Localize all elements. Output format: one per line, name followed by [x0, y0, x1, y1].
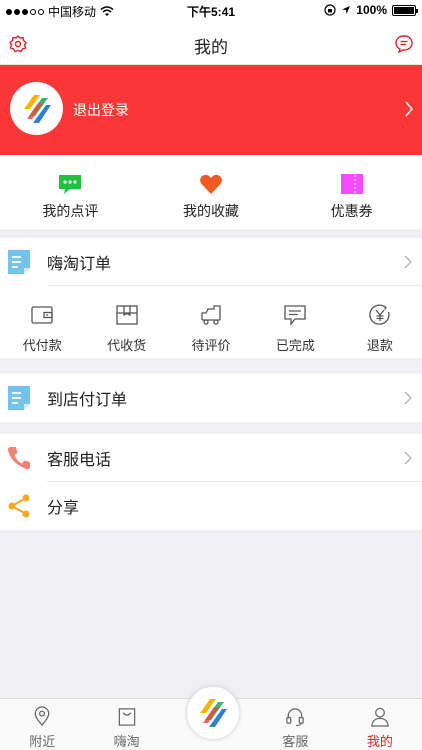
tab-service[interactable]: 客服	[253, 699, 337, 750]
box-icon	[115, 305, 138, 325]
heart-icon	[200, 174, 222, 194]
truck-icon	[201, 305, 221, 325]
quick-actions: 我的点评 我的收藏 优惠券	[0, 155, 422, 229]
logout-link[interactable]: 退出登录	[73, 100, 129, 120]
chevron-right-icon	[404, 255, 412, 269]
share-label: 分享	[47, 500, 80, 517]
tab-service-label: 客服	[282, 734, 309, 749]
pending-receipt-button[interactable]: 代收货	[84, 286, 168, 358]
completed-label: 已完成	[275, 338, 315, 353]
refund-label: 退款	[366, 338, 393, 353]
store-orders-label: 到店付订单	[47, 392, 128, 409]
tab-mine-label: 我的	[366, 734, 393, 749]
coupon-icon	[340, 174, 363, 194]
profile-banner[interactable]: 退出登录	[0, 65, 422, 155]
comment-icon	[59, 175, 82, 194]
customer-service-row[interactable]: 客服电话	[0, 434, 422, 482]
yen-icon	[369, 304, 390, 325]
location-arrow-icon	[342, 6, 351, 14]
bag-icon	[118, 708, 135, 726]
store-orders-section: 到店付订单	[0, 374, 422, 422]
pending-payment-button[interactable]: 代付款	[0, 286, 84, 358]
tab-nearby-label: 附近	[29, 734, 56, 749]
battery-percent: 100%	[356, 3, 387, 17]
battery-icon	[392, 4, 418, 16]
haitao-orders-label: 嗨淘订单	[47, 256, 112, 273]
chevron-right-icon	[404, 391, 412, 405]
wallet-icon	[31, 306, 53, 324]
center-logo-button[interactable]	[186, 686, 240, 740]
coupons-label: 优惠券	[330, 203, 373, 219]
my-reviews-button[interactable]: 我的点评	[0, 155, 141, 229]
store-orders-row[interactable]: 到店付订单	[0, 374, 422, 422]
tab-haitao-label: 嗨淘	[113, 734, 140, 749]
tab-nearby[interactable]: 附近	[0, 699, 84, 750]
service-section: 客服电话 分享	[0, 434, 422, 530]
customer-service-label: 客服电话	[47, 452, 112, 469]
rotation-lock-icon	[324, 4, 336, 16]
pending-review-button[interactable]: 待评价	[169, 286, 253, 358]
tab-mine[interactable]: 我的	[338, 699, 422, 750]
coupons-button[interactable]: 优惠券	[281, 155, 422, 229]
divider	[47, 285, 422, 286]
share-icon	[8, 494, 30, 518]
completed-button[interactable]: 已完成	[253, 286, 337, 358]
my-favorites-label: 我的收藏	[183, 203, 239, 219]
tab-haitao[interactable]: 嗨淘	[84, 699, 168, 750]
document-icon	[8, 386, 30, 410]
nav-bar: 我的	[0, 20, 422, 65]
headset-icon	[286, 708, 305, 727]
status-bar: 中国移动 下午5:41 100%	[0, 0, 422, 20]
app-logo-icon	[200, 699, 227, 727]
app-logo-icon	[23, 94, 51, 123]
chevron-right-icon	[405, 101, 413, 117]
phone-icon	[7, 447, 31, 470]
avatar[interactable]	[10, 82, 63, 135]
user-icon	[371, 707, 389, 727]
my-favorites-button[interactable]: 我的收藏	[141, 155, 282, 229]
message-icon	[284, 305, 307, 326]
page-title: 我的	[194, 38, 228, 57]
status-right: 100%	[324, 3, 418, 17]
document-icon	[8, 250, 30, 274]
haitao-orders-section: 嗨淘订单 代付款 代收货 待评价 已完成 退款	[0, 238, 422, 358]
pending-payment-label: 代付款	[22, 338, 62, 353]
location-icon	[34, 706, 50, 727]
pending-review-label: 待评价	[191, 338, 231, 353]
chevron-right-icon	[404, 451, 412, 465]
pending-receipt-label: 代收货	[107, 338, 147, 353]
share-row[interactable]: 分享	[0, 482, 422, 530]
refund-button[interactable]: 退款	[338, 286, 422, 358]
order-status-bar: 代付款 代收货 待评价 已完成 退款	[0, 286, 422, 358]
message-icon[interactable]	[394, 34, 414, 54]
haitao-orders-row[interactable]: 嗨淘订单	[0, 238, 422, 286]
my-reviews-label: 我的点评	[42, 203, 99, 219]
